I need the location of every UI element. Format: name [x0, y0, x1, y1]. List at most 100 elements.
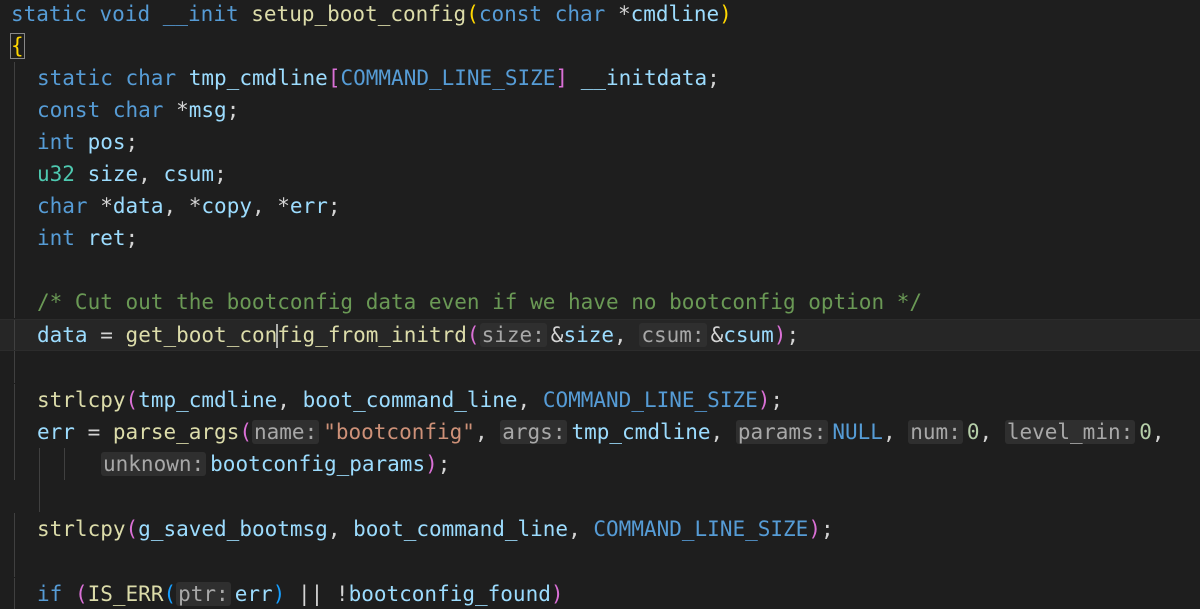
punctuation: ,: [882, 420, 896, 444]
indent-guide: [14, 545, 15, 577]
number-literal[interactable]: 0: [967, 420, 980, 444]
indent-guide: [14, 384, 15, 416]
variable[interactable]: copy: [201, 194, 252, 218]
code-line[interactable]: if (IS_ERR(ptr: err) || !bootconfig_found…: [0, 578, 1200, 609]
indent-guide: [14, 94, 15, 126]
code-line[interactable]: [0, 351, 1200, 383]
macro[interactable]: COMMAND_LINE_SIZE: [593, 517, 808, 541]
function-name[interactable]: get_boot_con: [126, 323, 278, 347]
keyword: static: [11, 2, 87, 26]
variable[interactable]: csum: [723, 323, 774, 347]
punctuation: ,: [1151, 420, 1165, 444]
code-line[interactable]: u32 size, csum;: [0, 158, 1200, 190]
operator: &: [550, 323, 564, 347]
bracket: (: [163, 582, 177, 606]
keyword: if: [37, 582, 63, 606]
variable[interactable]: err: [290, 194, 328, 218]
variable[interactable]: bootconfig_found: [349, 582, 551, 606]
code-line[interactable]: strlcpy(g_saved_bootmsg, boot_command_li…: [0, 513, 1200, 545]
code-line[interactable]: int pos;: [0, 126, 1200, 158]
macro[interactable]: NULL: [832, 420, 883, 444]
code-line[interactable]: {: [0, 30, 1200, 62]
code-line[interactable]: strlcpy(tmp_cmdline, boot_command_line, …: [0, 384, 1200, 416]
indent-guide: [64, 448, 65, 480]
bracket: {: [10, 33, 25, 59]
variable[interactable]: tmp_cmdline: [138, 388, 277, 412]
code-line[interactable]: char *data, *copy, *err;: [0, 190, 1200, 222]
variable[interactable]: tmp_cmdline: [571, 420, 710, 444]
macro[interactable]: __initdata: [581, 66, 707, 90]
function-name[interactable]: strlcpy: [37, 388, 126, 412]
variable[interactable]: ret: [88, 226, 126, 250]
function-name[interactable]: parse_args: [113, 420, 239, 444]
bracket: ]: [555, 66, 569, 90]
parameter[interactable]: cmdline: [631, 2, 720, 26]
type-name[interactable]: u32: [37, 162, 75, 186]
punctuation: ,: [979, 420, 993, 444]
variable[interactable]: tmp_cmdline: [189, 66, 328, 90]
code-line[interactable]: err = parse_args(name: "bootconfig", args…: [0, 416, 1200, 448]
operator: *: [100, 194, 113, 218]
keyword: __init: [162, 2, 239, 26]
indent-guide: [14, 513, 15, 545]
code-line[interactable]: [0, 254, 1200, 286]
bracket: ): [757, 388, 771, 412]
keyword: int: [37, 130, 75, 154]
variable[interactable]: data: [113, 194, 164, 218]
code-line[interactable]: const char *msg;: [0, 94, 1200, 126]
variable[interactable]: csum: [163, 162, 214, 186]
code-line[interactable]: static void __init setup_boot_config(con…: [0, 0, 1200, 30]
variable[interactable]: msg: [189, 98, 227, 122]
function-name[interactable]: IS_ERR: [88, 582, 164, 606]
keyword: char: [37, 194, 88, 218]
code-line[interactable]: [0, 480, 1200, 512]
variable[interactable]: err: [235, 582, 273, 606]
variable[interactable]: data: [37, 323, 88, 347]
variable[interactable]: g_saved_bootmsg: [138, 517, 328, 541]
bracket: ): [272, 582, 286, 606]
code-line[interactable]: int ret;: [0, 222, 1200, 254]
variable[interactable]: size: [563, 323, 614, 347]
indent-guide: [39, 448, 40, 480]
parameter-hint: name:: [252, 420, 320, 444]
parameter-hint: level_min:: [1004, 420, 1136, 444]
comment: /* Cut out the bootconfig data even if w…: [37, 290, 923, 314]
keyword: char: [554, 2, 606, 26]
current-line[interactable]: data = get_boot_config_from_initrd(size:…: [0, 319, 1200, 351]
function-name[interactable]: strlcpy: [37, 517, 126, 541]
bracket: ): [808, 517, 821, 541]
punctuation: , *: [163, 194, 202, 218]
code-line[interactable]: unknown: bootconfig_params);: [0, 448, 1200, 480]
code-line[interactable]: static char tmp_cmdline[COMMAND_LINE_SIZ…: [0, 62, 1200, 94]
keyword: const: [478, 2, 543, 26]
operator: =: [87, 420, 101, 444]
string-literal[interactable]: "bootconfig": [323, 420, 475, 444]
indent-guide: [14, 448, 15, 480]
variable[interactable]: bootconfig_params: [210, 452, 425, 476]
function-name[interactable]: fig_from_initrd: [277, 323, 467, 347]
bracket: ): [425, 452, 438, 476]
variable[interactable]: boot_command_line: [353, 517, 568, 541]
punctuation: ;: [226, 98, 240, 122]
punctuation: ,: [710, 420, 724, 444]
variable[interactable]: err: [37, 420, 75, 444]
indent-guide: [14, 222, 15, 254]
keyword: static: [37, 66, 113, 90]
macro[interactable]: COMMAND_LINE_SIZE: [543, 388, 758, 412]
variable[interactable]: pos: [88, 130, 126, 154]
operator: ||: [297, 582, 324, 606]
punctuation: ,: [568, 517, 581, 541]
number-literal[interactable]: 0: [1139, 420, 1152, 444]
code-editor[interactable]: static void __init setup_boot_config(con…: [0, 0, 1200, 609]
code-line[interactable]: /* Cut out the bootconfig data even if w…: [0, 286, 1200, 318]
macro[interactable]: COMMAND_LINE_SIZE: [340, 66, 555, 90]
bracket: ): [719, 2, 732, 26]
indent-guide: [14, 286, 15, 318]
variable[interactable]: size: [88, 162, 139, 186]
parameter-hint: params:: [735, 420, 829, 444]
parameter-hint: num:: [908, 420, 963, 444]
code-line[interactable]: [0, 545, 1200, 577]
function-name[interactable]: setup_boot_config: [251, 2, 466, 26]
variable[interactable]: boot_command_line: [303, 388, 518, 412]
bracket: (: [466, 2, 479, 26]
